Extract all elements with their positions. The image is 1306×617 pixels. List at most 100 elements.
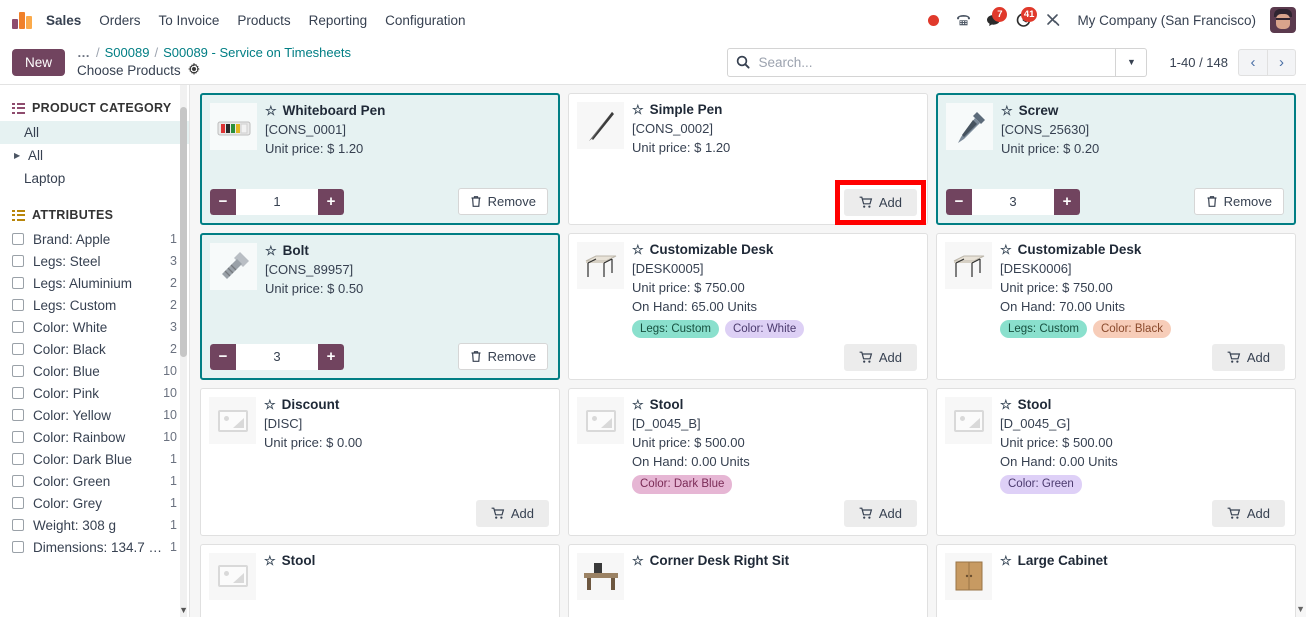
nav-item-orders[interactable]: Orders: [90, 7, 149, 34]
search-input[interactable]: [750, 53, 1108, 71]
sidebar-scrollbar[interactable]: [180, 85, 187, 617]
product-card[interactable]: ☆ Stool [D_0045_B] Unit price: $ 500.00 On H…: [568, 388, 928, 536]
attribute-filter-row[interactable]: Dimensions: 134.7 … 1: [0, 536, 189, 558]
product-card[interactable]: ☆ Corner Desk Right Sit: [568, 543, 928, 617]
attribute-checkbox[interactable]: [12, 321, 24, 333]
attribute-filter-row[interactable]: Color: Pink 10: [0, 382, 189, 404]
favorite-star-icon[interactable]: ☆: [1000, 554, 1012, 567]
record-dot-icon[interactable]: [919, 5, 947, 35]
attribute-filter-row[interactable]: Weight: 308 g 1: [0, 514, 189, 536]
company-selector[interactable]: My Company (San Francisco): [1069, 13, 1264, 28]
attribute-checkbox[interactable]: [12, 343, 24, 355]
product-card[interactable]: ☆ Discount [DISC] Unit price: $ 0.00 Add: [200, 388, 560, 536]
sales-app-logo-icon[interactable]: [12, 11, 34, 29]
attribute-checkbox[interactable]: [12, 299, 24, 311]
grid-scroll-down-arrow[interactable]: ▼: [1296, 604, 1305, 614]
attribute-filter-row[interactable]: Brand: Apple 1: [0, 228, 189, 250]
remove-product-button[interactable]: Remove: [457, 188, 548, 215]
nav-brand-sales[interactable]: Sales: [44, 7, 90, 34]
favorite-star-icon[interactable]: ☆: [1000, 243, 1012, 256]
clock-activity-icon[interactable]: 41: [1009, 5, 1038, 35]
attribute-filter-row[interactable]: Color: Black 2: [0, 338, 189, 360]
attribute-filter-row[interactable]: Color: Rainbow 10: [0, 426, 189, 448]
product-card[interactable]: ☆ Stool [D_0045_G] Unit price: $ 500.00 On H…: [936, 388, 1296, 536]
new-button[interactable]: New: [12, 48, 66, 76]
attribute-filter-row[interactable]: Legs: Custom 2: [0, 294, 189, 316]
pager-next-button[interactable]: ›: [1267, 48, 1296, 76]
favorite-star-icon[interactable]: ☆: [264, 554, 276, 567]
attribute-filter-row[interactable]: Color: Green 1: [0, 470, 189, 492]
product-card[interactable]: ☆Bolt[CONS_89957]Unit price: $ 0.50−+Rem…: [200, 233, 560, 381]
quantity-input[interactable]: [972, 188, 1054, 215]
breadcrumb-item-order[interactable]: S00089: [105, 44, 150, 62]
add-product-button[interactable]: Add: [1211, 499, 1285, 527]
quantity-increase-button[interactable]: +: [318, 188, 344, 215]
attribute-filter-row[interactable]: Color: Blue 10: [0, 360, 189, 382]
product-card[interactable]: ☆ Stool: [200, 543, 560, 617]
attribute-checkbox[interactable]: [12, 233, 24, 245]
quantity-input[interactable]: [236, 188, 318, 215]
product-card[interactable]: ☆ Simple Pen [CONS_0002] Unit price: $ 1.20…: [568, 93, 928, 225]
nav-item-to-invoice[interactable]: To Invoice: [150, 7, 229, 34]
gear-icon[interactable]: [187, 61, 200, 79]
add-product-button[interactable]: Add: [475, 499, 549, 527]
attribute-checkbox[interactable]: [12, 387, 24, 399]
phone-dialpad-icon[interactable]: [949, 5, 977, 35]
chevron-right-icon[interactable]: ▶: [14, 151, 22, 160]
pager-previous-button[interactable]: ‹: [1238, 48, 1267, 76]
quantity-increase-button[interactable]: +: [318, 343, 344, 370]
remove-product-button[interactable]: Remove: [1193, 188, 1284, 215]
attribute-filter-row[interactable]: Color: White 3: [0, 316, 189, 338]
add-product-button[interactable]: Add: [843, 344, 917, 372]
tools-wrench-icon[interactable]: [1039, 5, 1067, 35]
category-item-laptop-2[interactable]: Laptop: [0, 167, 189, 190]
attribute-filter-row[interactable]: Color: Dark Blue 1: [0, 448, 189, 470]
product-card[interactable]: ☆ Customizable Desk [DESK0005] Unit price: …: [568, 233, 928, 381]
attribute-checkbox[interactable]: [12, 497, 24, 509]
sidebar-scroll-thumb[interactable]: [180, 107, 187, 357]
quantity-decrease-button[interactable]: −: [210, 343, 236, 370]
attribute-checkbox[interactable]: [12, 475, 24, 487]
remove-product-button[interactable]: Remove: [457, 343, 548, 371]
search-dropdown-toggle[interactable]: ▼: [1116, 47, 1148, 77]
attribute-filter-row[interactable]: Color: Grey 1: [0, 492, 189, 514]
favorite-star-icon[interactable]: ☆: [632, 554, 644, 567]
favorite-star-icon[interactable]: ☆: [632, 243, 644, 256]
attribute-checkbox[interactable]: [12, 431, 24, 443]
product-card[interactable]: ☆ Customizable Desk [DESK0006] Unit price: …: [936, 233, 1296, 381]
favorite-star-icon[interactable]: ☆: [264, 398, 276, 411]
favorite-star-icon[interactable]: ☆: [265, 104, 277, 117]
add-product-button[interactable]: Add: [843, 499, 917, 527]
favorite-star-icon[interactable]: ☆: [632, 103, 644, 116]
nav-item-configuration[interactable]: Configuration: [376, 7, 474, 34]
product-card[interactable]: ☆Screw[CONS_25630]Unit price: $ 0.20−+Re…: [936, 93, 1296, 225]
favorite-star-icon[interactable]: ☆: [1000, 398, 1012, 411]
attribute-filter-row[interactable]: Color: Yellow 10: [0, 404, 189, 426]
favorite-star-icon[interactable]: ☆: [265, 244, 277, 257]
category-item-all-1[interactable]: ▶ All: [0, 144, 189, 167]
breadcrumb-overflow-button[interactable]: …: [77, 44, 91, 62]
favorite-star-icon[interactable]: ☆: [632, 398, 644, 411]
attribute-checkbox[interactable]: [12, 365, 24, 377]
category-item-all-0[interactable]: All: [0, 121, 189, 144]
breadcrumb-item-current[interactable]: S00089 - Service on Timesheets: [163, 44, 351, 62]
add-product-button[interactable]: Add: [843, 189, 917, 216]
product-card[interactable]: ☆ Large Cabinet: [936, 543, 1296, 617]
attribute-filter-row[interactable]: Legs: Steel 3: [0, 250, 189, 272]
avatar[interactable]: [1270, 7, 1296, 33]
product-card[interactable]: ☆ Whiteboard Pen [CONS_0001] Unit price: $ …: [200, 93, 560, 225]
sidebar-scroll-down-arrow[interactable]: ▼: [179, 605, 188, 615]
add-product-button[interactable]: Add: [1211, 344, 1285, 372]
attribute-checkbox[interactable]: [12, 255, 24, 267]
quantity-input[interactable]: [236, 343, 318, 370]
attribute-checkbox[interactable]: [12, 453, 24, 465]
attribute-filter-row[interactable]: Legs: Aluminium 2: [0, 272, 189, 294]
attribute-checkbox[interactable]: [12, 409, 24, 421]
nav-item-reporting[interactable]: Reporting: [300, 7, 377, 34]
attribute-checkbox[interactable]: [12, 541, 24, 553]
attribute-checkbox[interactable]: [12, 519, 24, 531]
quantity-increase-button[interactable]: +: [1054, 188, 1080, 215]
search-box[interactable]: [727, 47, 1117, 77]
quantity-decrease-button[interactable]: −: [946, 188, 972, 215]
favorite-star-icon[interactable]: ☆: [1001, 104, 1013, 117]
